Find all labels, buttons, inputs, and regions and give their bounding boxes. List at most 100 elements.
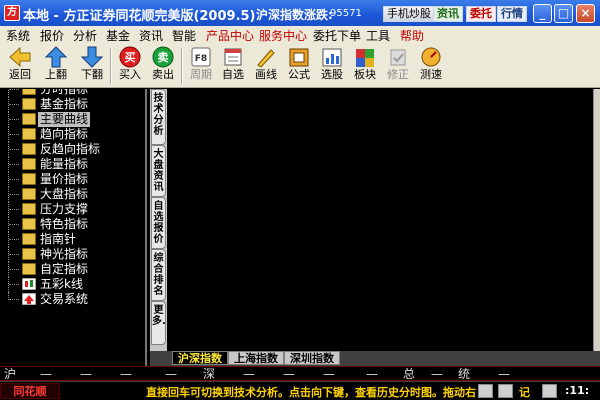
tab-technical-analysis[interactable]: 技术分析 [151, 89, 166, 145]
shanghai-value: — [80, 367, 92, 381]
menu-smart[interactable]: 智能 [172, 27, 196, 44]
tab-more[interactable]: 更多... [151, 301, 166, 345]
tree-item-label: 量价指标 [40, 172, 89, 186]
brand-logo: 同花顺 [0, 383, 60, 399]
toolbar: 返回 上翻 下翻 买 买入 卖 卖出 F8 周期 自选 画线 公式 选股 板块 … [0, 44, 600, 88]
menu-order[interactable]: 委托下单 [313, 27, 361, 44]
tab-watchlist[interactable]: 自选报价 [151, 197, 166, 249]
folder-icon [22, 158, 36, 170]
stock-picker-label: 选股 [321, 68, 343, 81]
sell-button[interactable]: 卖 卖出 [146, 46, 180, 86]
maximize-icon[interactable]: □ [554, 4, 573, 23]
tree-item-label: 反趋向指标 [40, 142, 101, 156]
tree-item-label: 交易系统 [40, 292, 89, 306]
message-icon[interactable] [542, 384, 557, 398]
vertical-scrollbar[interactable] [593, 89, 600, 366]
svg-text:买: 买 [125, 51, 136, 64]
sector-button[interactable]: 板块 [348, 46, 382, 86]
chart-area[interactable] [167, 89, 593, 351]
index-change-value: 95571 [330, 8, 362, 19]
total-value: — [431, 367, 443, 381]
period-label: 周期 [190, 68, 212, 81]
period-icon: F8 [191, 47, 211, 67]
folder-icon [22, 233, 36, 245]
calculator-icon[interactable] [478, 384, 493, 398]
tree-item-label: 压力支撑 [40, 202, 89, 216]
window-title: 本地 - 方正证券同花顺完美版(2009.5) [23, 9, 256, 24]
title-bar[interactable]: 方 本地 - 方正证券同花顺完美版(2009.5) 沪深指数涨跌: 95571 … [0, 0, 600, 26]
buy-label: 买入 [119, 68, 141, 81]
menu-tools[interactable]: 工具 [366, 27, 390, 44]
formula-icon [289, 48, 309, 67]
menu-help[interactable]: 帮助 [400, 27, 424, 44]
minimize-icon[interactable]: _ [533, 4, 552, 23]
draw-line-icon [257, 49, 275, 68]
folder-icon [22, 188, 36, 200]
notes-button[interactable]: 记 [519, 384, 530, 400]
period-button[interactable]: F8 周期 [184, 46, 218, 86]
stat-value: — [498, 367, 510, 381]
tree-item-label: 五彩k线 [40, 277, 83, 291]
correct-label: 修正 [387, 68, 409, 81]
tree-item-label: 大盘指标 [40, 187, 89, 201]
tab-shsz-index[interactable]: 沪深指数 [172, 351, 228, 365]
menu-services[interactable]: 服务中心 [259, 27, 307, 44]
tab-shanghai-index[interactable]: 上海指数 [228, 351, 284, 365]
market-tabs: 沪深指数 上海指数 深圳指数 [150, 351, 600, 366]
stock-ticker-icon[interactable] [498, 384, 513, 398]
trade-system-icon [22, 293, 36, 305]
quote-button[interactable]: 行情 [497, 6, 527, 22]
favorites-button[interactable]: 自选 [216, 46, 250, 86]
menu-system[interactable]: 系统 [6, 27, 30, 44]
tab-shenzhen-index[interactable]: 深圳指数 [284, 351, 340, 365]
correct-button[interactable]: 修正 [381, 46, 415, 86]
stock-picker-button[interactable]: 选股 [315, 46, 349, 86]
tree-item-label: 趋向指标 [40, 127, 89, 141]
info-button[interactable]: 资讯 [433, 6, 463, 22]
menu-fund[interactable]: 基金 [106, 27, 130, 44]
back-button[interactable]: 返回 [3, 46, 37, 86]
draw-line-button[interactable]: 画线 [249, 46, 283, 86]
tab-market-news[interactable]: 大盘资讯 [151, 145, 166, 197]
sector-icon [356, 49, 374, 67]
speed-test-button[interactable]: 测速 [414, 46, 448, 86]
page-up-icon [44, 46, 68, 68]
shanghai-label: 沪 [4, 367, 17, 381]
folder-icon [22, 248, 36, 260]
page-down-label: 下翻 [81, 68, 103, 81]
page-down-button[interactable]: 下翻 [75, 46, 109, 86]
folder-icon [22, 98, 36, 110]
tab-ranking[interactable]: 综合排名 [151, 249, 166, 301]
stock-picker-icon [322, 48, 342, 67]
clock: :11: [565, 384, 590, 397]
draw-line-label: 画线 [255, 68, 277, 81]
shenzhen-value: — [323, 367, 335, 381]
order-button[interactable]: 委托 [466, 6, 496, 22]
speed-test-label: 测速 [420, 68, 442, 81]
tree-item-label: 自定指标 [40, 262, 89, 276]
app-icon[interactable]: 方 [4, 5, 20, 21]
menu-analysis[interactable]: 分析 [73, 27, 97, 44]
page-up-button[interactable]: 上翻 [39, 46, 73, 86]
close-icon[interactable]: × [576, 4, 595, 23]
buy-button[interactable]: 买 买入 [113, 46, 147, 86]
folder-icon [22, 143, 36, 155]
tree-item-label: 分时指标 [40, 89, 89, 96]
status-bar: 同花顺 直接回车可切换到技术分析。点击向下键，查看历史分时图。拖动右 记 :11… [0, 381, 600, 400]
sector-label: 板块 [354, 68, 376, 81]
formula-button[interactable]: 公式 [282, 46, 316, 86]
index-ticker-line: 沪 — — — — 深 — — — — 总 — 统 — [0, 366, 600, 381]
toolbar-separator [110, 48, 112, 84]
folder-icon [22, 113, 36, 125]
menu-products[interactable]: 产品中心 [206, 27, 254, 44]
sell-label: 卖出 [152, 68, 174, 81]
svg-text:卖: 卖 [158, 50, 169, 64]
tree-item-label: 主要曲线 [38, 112, 91, 127]
indicator-tree[interactable]: 分时指标 基金指标 主要曲线 趋向指标 反趋向指标 能量指标 量价指标 大盘指标 [0, 89, 147, 366]
shenzhen-value: — [366, 367, 378, 381]
folder-icon [22, 173, 36, 185]
index-change-label: 沪深指数涨跌: [256, 8, 333, 22]
mobile-trading-button[interactable]: 手机炒股 [383, 6, 435, 22]
menu-info[interactable]: 资讯 [139, 27, 163, 44]
menu-quotes[interactable]: 报价 [40, 27, 64, 44]
